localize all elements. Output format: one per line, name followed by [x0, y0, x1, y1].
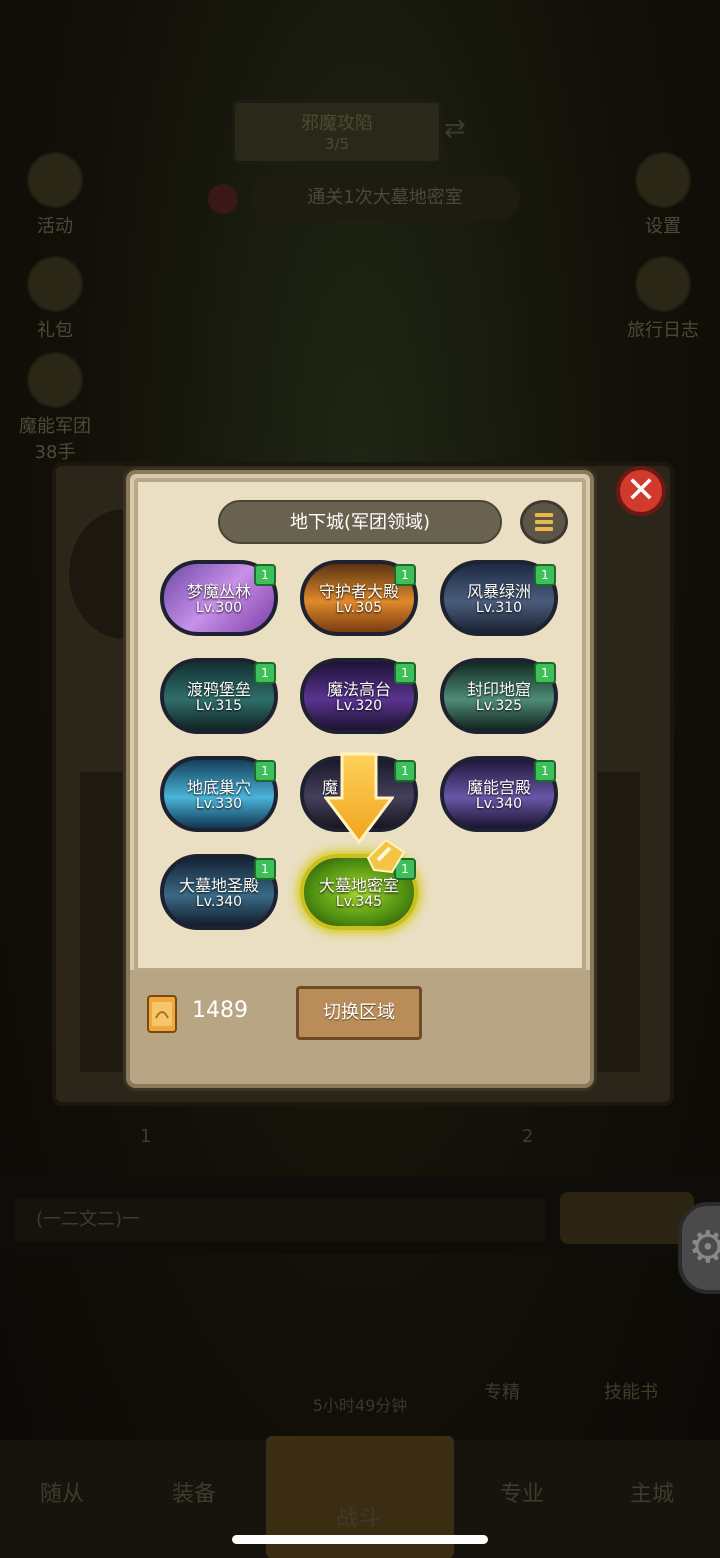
quest-tracker: 通关1次大墓地密室 [250, 176, 520, 220]
close-button[interactable]: ✕ [616, 466, 666, 516]
legion-sub-label: 38手 [34, 442, 76, 463]
currency-count: 1489 [192, 998, 248, 1023]
swap-arrows-icon: ⇄ [444, 114, 466, 144]
gift-box-icon [27, 152, 83, 208]
pack-label: 礼包 [37, 320, 73, 341]
new-badge: 1 [394, 662, 416, 684]
dungeon-level: Lv.325 [475, 698, 523, 714]
dungeon-item[interactable]: 封印地窟 Lv.325 1 [440, 658, 558, 734]
region-progress-title: 邪魔攻陷 [301, 113, 373, 134]
dungeon-level: Lv.320 [335, 698, 383, 714]
menu-button[interactable] [520, 500, 568, 544]
legion-label: 魔能军团 [19, 416, 91, 437]
dungeon-item[interactable]: 魔法高台 Lv.320 1 [300, 658, 418, 734]
menu-icon-line [535, 527, 553, 531]
dungeon-item[interactable]: 地底巢穴 Lv.330 1 [160, 756, 278, 832]
new-badge: 1 [254, 662, 276, 684]
dungeon-item[interactable]: 魔能宫殿 Lv.340 1 [440, 756, 558, 832]
tutorial-hand-icon [366, 838, 406, 874]
travel-log-button: 旅行日志 [618, 256, 708, 342]
new-badge: 1 [254, 564, 276, 586]
dungeon-level: Lv.330 [195, 796, 243, 812]
background-panel-right-column [592, 772, 640, 1072]
quick-settings-gear-icon: ⚙ [678, 1202, 720, 1294]
quest-status-icon [208, 184, 238, 214]
scroll-currency-icon [147, 995, 177, 1033]
dungeon-level: Lv.300 [195, 600, 243, 616]
tab-equipment: 装备 [172, 1482, 217, 1507]
tab-followers: 随从 [40, 1482, 85, 1507]
new-badge: 1 [534, 760, 556, 782]
close-icon: ✕ [625, 470, 657, 511]
menu-icon-line [535, 520, 553, 524]
tutorial-down-arrow-icon [324, 752, 394, 844]
dungeon-level: Lv.310 [475, 600, 523, 616]
activity-label: 活动 [37, 216, 73, 237]
dungeon-level: Lv.305 [335, 600, 383, 616]
dungeon-item[interactable]: 守护者大殿 Lv.305 1 [300, 560, 418, 636]
dungeon-level: Lv.340 [475, 796, 523, 812]
slot-number-1: 1 [140, 1126, 152, 1147]
tab-profession: 专业 [500, 1482, 545, 1507]
settings-label: 设置 [645, 216, 681, 237]
chat-send-button [560, 1192, 694, 1244]
settings-button: 设置 [618, 152, 708, 238]
home-indicator[interactable] [232, 1535, 488, 1544]
activity-button: 活动 [10, 152, 100, 238]
region-progress-count: 3/5 [324, 135, 350, 153]
dungeon-level: Lv.340 [195, 894, 243, 910]
new-badge: 1 [394, 564, 416, 586]
region-progress-banner: 邪魔攻陷 3/5 [232, 100, 442, 164]
pack-button: 礼包 [10, 256, 100, 342]
travel-log-label: 旅行日志 [627, 320, 699, 341]
dungeon-level: Lv.345 [335, 894, 383, 910]
skull-shield-icon [27, 352, 83, 408]
tab-main-city: 主城 [630, 1482, 675, 1507]
new-badge: 1 [534, 662, 556, 684]
dungeon-item[interactable]: 渡鸦堡垒 Lv.315 1 [160, 658, 278, 734]
switch-region-button[interactable]: 切换区域 [296, 986, 422, 1040]
book-icon [635, 256, 691, 312]
legion-button: 魔能军团 38手 [10, 352, 100, 464]
chat-input: (一二文二)一 [14, 1198, 546, 1242]
new-badge: 1 [254, 760, 276, 782]
dungeon-item[interactable]: 梦魔丛林 Lv.300 1 [160, 560, 278, 636]
coin-bag-icon [27, 256, 83, 312]
dungeon-level: Lv.315 [195, 698, 243, 714]
dungeon-item[interactable]: 大墓地圣殿 Lv.340 1 [160, 854, 278, 930]
menu-icon [535, 513, 553, 517]
new-badge: 1 [394, 760, 416, 782]
slot-number-2: 2 [522, 1126, 534, 1147]
dungeon-item[interactable]: 风暴绿洲 Lv.310 1 [440, 560, 558, 636]
gear-icon [635, 152, 691, 208]
tab-battle: 战斗 [336, 1506, 381, 1531]
offline-timer: 5小时49分钟 [312, 1396, 408, 1415]
dialog-title: 地下城(军团领域) [218, 500, 502, 544]
new-badge: 1 [534, 564, 556, 586]
background-panel-left-column [80, 772, 130, 1072]
new-badge: 1 [254, 858, 276, 880]
